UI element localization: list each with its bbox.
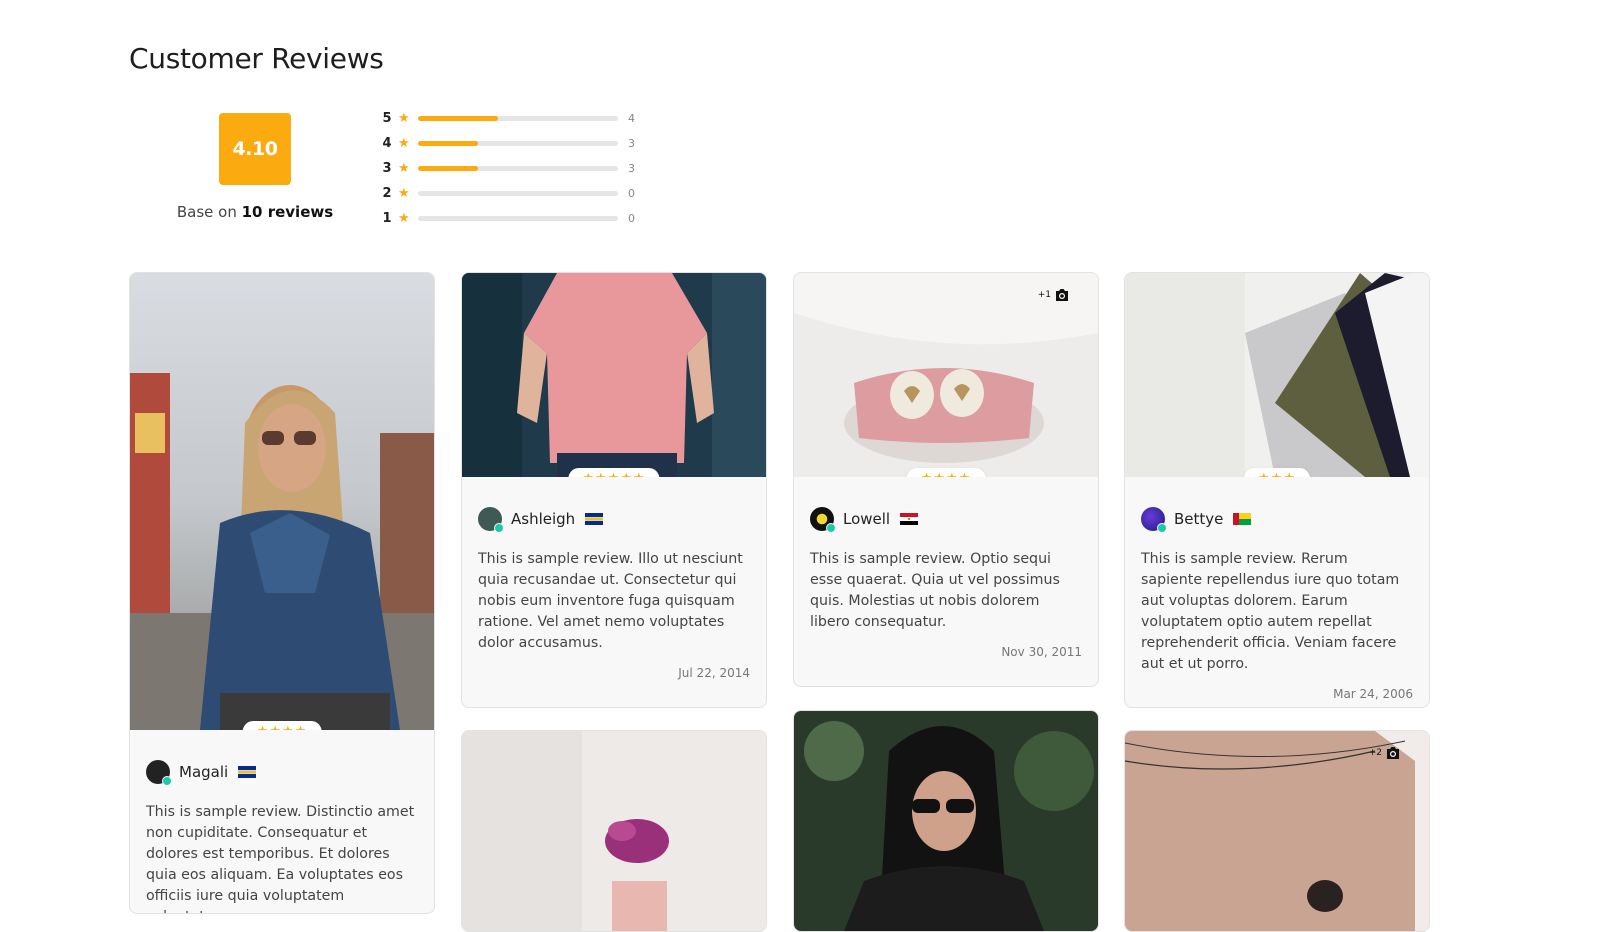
review-text: This is sample review. Optio sequi esse … bbox=[810, 551, 1060, 630]
base-prefix: Base on bbox=[176, 203, 237, 221]
review-photo[interactable]: ★★★ bbox=[1125, 273, 1429, 477]
review-photo-image bbox=[794, 711, 1098, 931]
review-stars: ★★★ bbox=[1244, 468, 1310, 477]
rating-row-stars: 4 bbox=[382, 136, 392, 151]
review-stars: ★★★★ bbox=[906, 468, 986, 477]
rating-bar bbox=[418, 116, 618, 121]
rating-row-stars: 5 bbox=[382, 111, 392, 126]
star-icon: ★ bbox=[398, 186, 410, 201]
rating-row-2[interactable]: 2 ★ 0 bbox=[380, 181, 635, 206]
rating-row-count: 0 bbox=[628, 212, 635, 225]
review-count: 10 reviews bbox=[241, 203, 334, 221]
rating-bar bbox=[418, 166, 618, 171]
camera-icon bbox=[1387, 747, 1399, 759]
avatar bbox=[1141, 507, 1167, 533]
review-card[interactable]: ★★★★ Magali This is sample review. Disti… bbox=[129, 272, 435, 914]
review-card[interactable] bbox=[461, 730, 767, 932]
rating-row-1[interactable]: 1 ★ 0 bbox=[380, 206, 635, 231]
review-photo[interactable] bbox=[462, 731, 766, 931]
extra-photo-count: +2 bbox=[1368, 748, 1382, 758]
review-card[interactable]: ★★★★★ Ashleigh This is sample review. Il… bbox=[461, 272, 767, 708]
review-photo[interactable]: +2 bbox=[1125, 731, 1429, 931]
rating-row-5[interactable]: 5 ★ 4 bbox=[380, 106, 635, 131]
reviewer-name: Magali bbox=[179, 763, 229, 781]
review-photo-image bbox=[1125, 731, 1429, 931]
review-photo-image bbox=[130, 273, 434, 730]
online-indicator bbox=[826, 523, 836, 533]
review-photo-image bbox=[794, 273, 1098, 477]
star-icon: ★ bbox=[398, 161, 410, 176]
review-photo[interactable]: +1 ★★★★ bbox=[794, 273, 1098, 477]
review-author: Lowell bbox=[810, 507, 1082, 533]
reviewer-name: Lowell bbox=[843, 510, 891, 528]
avatar bbox=[810, 507, 836, 533]
rating-row-count: 3 bbox=[628, 137, 635, 150]
online-indicator bbox=[1157, 523, 1167, 533]
review-photo-image bbox=[462, 731, 766, 931]
review-photo-image bbox=[1125, 273, 1429, 477]
review-card[interactable] bbox=[793, 710, 1099, 932]
rating-row-stars: 3 bbox=[382, 161, 392, 176]
review-card[interactable]: +1 ★★★★ Lowell This is sample review. Op… bbox=[793, 272, 1099, 687]
rating-row-4[interactable]: 4 ★ 3 bbox=[380, 131, 635, 156]
average-rating-badge: 4.10 bbox=[219, 113, 291, 185]
review-text: This is sample review. Distinctio amet n… bbox=[146, 804, 415, 913]
online-indicator bbox=[494, 523, 504, 533]
star-icon: ★ bbox=[398, 111, 410, 126]
flag-icon bbox=[238, 766, 257, 778]
reviewer-name: Bettye bbox=[1174, 510, 1224, 528]
rating-bar-fill bbox=[418, 116, 498, 121]
rating-bar-fill bbox=[418, 166, 478, 171]
review-photo[interactable]: ★★★★★ bbox=[462, 273, 766, 477]
review-card[interactable]: +2 bbox=[1124, 730, 1430, 932]
review-card[interactable]: ★★★ Bettye This is sample review. Rerum … bbox=[1124, 272, 1430, 708]
photo-count-badge[interactable]: +2 bbox=[1369, 746, 1401, 760]
rating-bar-fill bbox=[418, 141, 478, 146]
flag-icon bbox=[1233, 513, 1252, 525]
online-indicator bbox=[162, 776, 172, 786]
review-photo[interactable]: ★★★★ bbox=[130, 273, 434, 730]
review-stars: ★★★★★ bbox=[568, 468, 660, 477]
rating-row-count: 3 bbox=[628, 162, 635, 175]
review-date: Nov 30, 2011 bbox=[1001, 645, 1082, 659]
flag-icon bbox=[585, 513, 604, 525]
rating-bar bbox=[418, 141, 618, 146]
review-date: Mar 24, 2006 bbox=[1333, 687, 1413, 701]
review-date: Jul 22, 2014 bbox=[678, 666, 750, 680]
rating-row-stars: 1 bbox=[382, 211, 392, 226]
flag-icon bbox=[900, 513, 919, 525]
review-stars: ★★★★ bbox=[242, 721, 322, 730]
review-photo[interactable] bbox=[794, 711, 1098, 931]
page-title: Customer Reviews bbox=[129, 42, 384, 75]
camera-icon bbox=[1056, 289, 1068, 301]
extra-photo-count: +1 bbox=[1037, 290, 1051, 300]
review-count-caption: Base on 10 reviews bbox=[160, 203, 350, 221]
rating-row-3[interactable]: 3 ★ 3 bbox=[380, 156, 635, 181]
reviewer-name: Ashleigh bbox=[511, 510, 576, 528]
avatar bbox=[478, 507, 504, 533]
review-author: Magali bbox=[146, 760, 418, 786]
review-text: This is sample review. Illo ut nesciunt … bbox=[478, 551, 743, 651]
star-icon: ★ bbox=[398, 211, 410, 226]
review-author: Bettye bbox=[1141, 507, 1413, 533]
star-icon: ★ bbox=[398, 136, 410, 151]
rating-bar bbox=[418, 216, 618, 221]
avatar bbox=[146, 760, 172, 786]
rating-distribution: 5 ★ 4 4 ★ 3 3 ★ 3 2 ★ 0 1 ★ 0 bbox=[380, 106, 635, 231]
photo-count-badge[interactable]: +1 bbox=[1038, 288, 1070, 302]
average-rating-value: 4.10 bbox=[232, 138, 278, 160]
rating-bar bbox=[418, 191, 618, 196]
review-author: Ashleigh bbox=[478, 507, 750, 533]
review-text: This is sample review. Rerum sapiente re… bbox=[1141, 551, 1400, 672]
rating-row-count: 4 bbox=[628, 112, 635, 125]
rating-row-count: 0 bbox=[628, 187, 635, 200]
rating-row-stars: 2 bbox=[382, 186, 392, 201]
review-photo-image bbox=[462, 273, 766, 477]
